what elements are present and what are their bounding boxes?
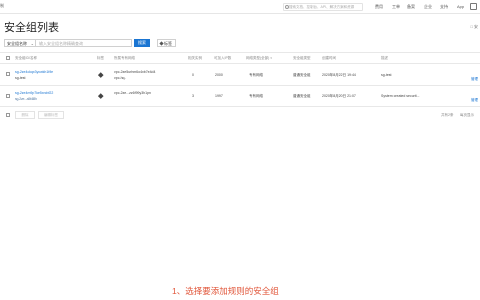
select-all-checkbox[interactable]	[6, 56, 10, 60]
col-header-instances: 相关实例	[188, 56, 202, 60]
vpc-id[interactable]: vpc-2ze5urhm6o4xb7e4d4	[114, 70, 155, 74]
network-type: 专有网络	[249, 94, 263, 98]
manage-link[interactable]: 管理	[471, 98, 478, 103]
table-top-border	[0, 52, 480, 53]
sg-id-link[interactable]: sg-2ze4ckqx3ycwkh1t9e	[15, 70, 53, 74]
search-placeholder: 搜索文档、控制台、API、解决方案和资源	[289, 5, 355, 9]
pager-total: 共有2条	[441, 113, 454, 117]
tag-icon	[159, 41, 164, 46]
nav-enterprise[interactable]: 企业	[424, 4, 432, 10]
row-divider	[0, 106, 480, 107]
delete-button[interactable]: 删除	[15, 111, 35, 119]
col-header-ip-capacity: 可加入IP数	[214, 56, 232, 60]
edit-tags-button[interactable]: 编辑标签	[38, 111, 64, 119]
created-time: 2020年8月20日 21:07	[322, 94, 356, 98]
filter-search-input[interactable]: 输入安全组名称精确查询	[36, 39, 132, 47]
ip-capacity: 2000	[215, 73, 223, 77]
col-header-sg-type: 安全组类型	[293, 56, 311, 60]
avatar-icon[interactable]	[470, 3, 477, 10]
table-header-border	[0, 63, 480, 64]
instance-count: 0	[192, 73, 194, 77]
vpc-name: vpc-hq-	[114, 76, 126, 80]
instance-count: 3	[192, 94, 194, 98]
col-header-network-type[interactable]: 网络类型(全部) ▾	[246, 56, 272, 61]
nav-app[interactable]: App	[457, 4, 464, 9]
description: System created securit...	[381, 94, 420, 98]
created-time: 2020年8月22日 19:44	[322, 73, 356, 77]
row-divider	[0, 85, 480, 86]
col-header-network-type-label: 网络类型(全部)	[246, 56, 270, 60]
nav-icp[interactable]: 备案	[407, 4, 415, 10]
sg-id-link[interactable]: sg-2ze4m9p7ke5xrcbf22	[15, 91, 53, 95]
row-checkbox[interactable]	[6, 72, 10, 76]
search-button[interactable]: 搜索	[134, 39, 150, 47]
filter-field-select[interactable]: 安全组名称 ⌄	[4, 39, 36, 47]
global-search-input[interactable]: 搜索文档、控制台、API、解决方案和资源	[283, 3, 363, 11]
col-header-id: 安全组ID/名称	[15, 56, 37, 60]
page-title: 安全组列表	[4, 22, 59, 34]
network-type: 专有网络	[249, 73, 263, 77]
vpc-id[interactable]: vpc-2ze...zz6f99y3h1pn	[114, 91, 151, 95]
console-menu-stub[interactable]: 制	[0, 3, 4, 9]
col-header-vpc: 所属专有网络	[114, 56, 135, 60]
col-header-created: 创建时间	[322, 56, 336, 60]
nav-billing[interactable]: 费用	[375, 4, 383, 10]
page-help-link[interactable]: □ 安	[470, 24, 478, 30]
bulk-select-checkbox[interactable]	[6, 113, 10, 117]
filter-icon: ▾	[270, 56, 272, 60]
chevron-down-icon: ⌄	[30, 41, 34, 46]
nav-support[interactable]: 支持	[440, 4, 448, 10]
filter-field-label: 安全组名称	[7, 41, 27, 46]
tag-filter-button[interactable]: 标签	[157, 39, 176, 47]
manage-link[interactable]: 管理	[471, 77, 478, 82]
description: sg-test	[381, 73, 392, 77]
tag-button-label: 标签	[164, 41, 172, 46]
tag-icon[interactable]	[98, 93, 104, 99]
ip-capacity: 1997	[215, 94, 223, 98]
sg-name: sg-test	[15, 76, 26, 80]
sg-type: 普通安全组	[293, 94, 311, 98]
top-navbar: 制 搜索文档、控制台、API、解决方案和资源 费用 工单 备案 企业 支持 Ap…	[0, 0, 480, 14]
tutorial-caption: 1、选择要添加规则的安全组	[172, 286, 279, 296]
col-header-tags: 标签	[97, 56, 104, 60]
tag-icon[interactable]	[98, 72, 104, 78]
col-header-description: 描述	[381, 56, 388, 60]
nav-tickets[interactable]: 工单	[392, 4, 400, 10]
pager-per-page[interactable]: 每页显示	[460, 113, 474, 118]
sg-name: sg-2ze...a5t4l8h	[15, 97, 37, 101]
row-checkbox[interactable]	[6, 94, 10, 98]
sg-type: 普通安全组	[293, 73, 311, 77]
